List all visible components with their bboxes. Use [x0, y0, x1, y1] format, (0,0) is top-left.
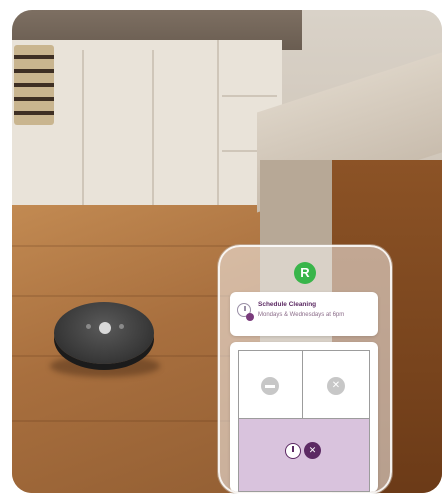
room-map: ▬ ✕ ✕ — [230, 342, 378, 492]
robot-indicator-icon — [119, 324, 124, 329]
close-icon: ✕ — [327, 377, 345, 395]
app-logo-icon: R — [294, 262, 316, 284]
hanging-towel — [14, 45, 54, 125]
clean-icon: ✕ — [304, 442, 321, 459]
robot-vacuum — [54, 302, 154, 364]
room-bottom[interactable]: ✕ — [238, 418, 370, 492]
add-badge-icon — [246, 313, 254, 321]
robot-button-icon — [99, 322, 111, 334]
schedule-notification[interactable]: Schedule Cleaning Mondays & Wednesdays a… — [230, 292, 378, 336]
room-right[interactable]: ✕ — [302, 350, 370, 420]
clock-icon — [285, 443, 301, 459]
notification-title: Schedule Cleaning — [258, 301, 317, 308]
bed-icon: ▬ — [261, 377, 279, 395]
phone-mockup: R Schedule Cleaning Mondays & Wednesdays… — [218, 245, 392, 494]
robot-indicator-icon — [86, 324, 91, 329]
notification-subtitle: Mondays & Wednesdays at 6pm — [258, 312, 345, 318]
room-left[interactable]: ▬ — [238, 350, 304, 420]
